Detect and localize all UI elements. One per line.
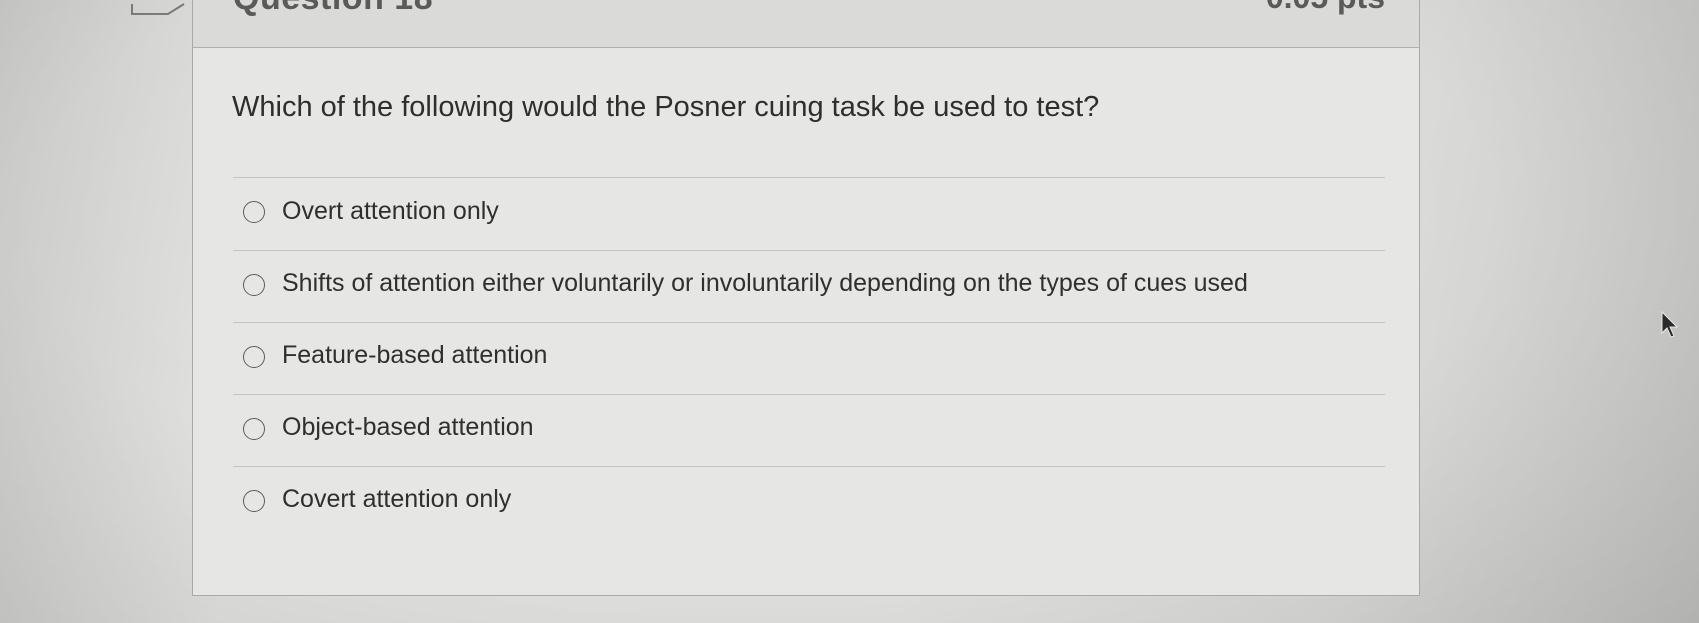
answer-label: Object-based attention — [282, 413, 534, 441]
radio-button-icon[interactable] — [243, 417, 265, 440]
radio-button-icon[interactable] — [243, 201, 265, 223]
answer-list: Overt attention only Shifts of attention… — [233, 177, 1385, 538]
question-header: Question 18 0.05 pts — [193, 0, 1419, 48]
answer-label: Overt attention only — [282, 196, 499, 225]
radio-button-icon[interactable] — [243, 489, 265, 512]
question-text: Which of the following would the Posner … — [232, 91, 1100, 123]
mouse-pointer-icon — [1661, 311, 1679, 338]
answer-option[interactable]: Shifts of attention either voluntarily o… — [233, 250, 1385, 322]
answer-label: Covert attention only — [282, 485, 512, 513]
answer-label: Feature-based attention — [282, 341, 548, 369]
question-title: Question 18 — [233, 0, 433, 18]
radio-button-icon[interactable] — [243, 345, 265, 368]
answer-option[interactable]: Overt attention only — [233, 177, 1385, 250]
answer-label: Shifts of attention either voluntarily o… — [282, 269, 1248, 297]
question-card: Question 18 0.05 pts Which of the follow… — [192, 0, 1420, 596]
answer-option[interactable]: Feature-based attention — [233, 322, 1385, 394]
flag-question-icon[interactable] — [130, 0, 190, 18]
question-points: 0.05 pts — [1266, 0, 1385, 16]
radio-button-icon[interactable] — [243, 273, 265, 296]
answer-option[interactable]: Covert attention only — [233, 466, 1385, 538]
answer-option[interactable]: Object-based attention — [233, 394, 1385, 466]
